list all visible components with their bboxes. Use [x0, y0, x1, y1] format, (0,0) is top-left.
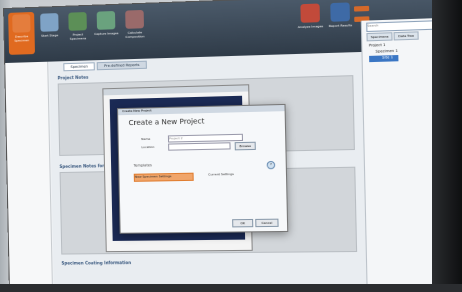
- tree-tabs: Specimens Data Tree: [366, 31, 418, 41]
- browse-button[interactable]: Browse: [235, 142, 256, 151]
- stage-icon: [40, 13, 58, 32]
- tab-specimens[interactable]: Specimens: [366, 32, 393, 41]
- ribbon-button-calculate-composition[interactable]: Calculate Composition: [121, 8, 149, 52]
- viewer-titlebar: [103, 85, 248, 95]
- specimen-icon: [68, 12, 87, 31]
- monitor-bezel-right: [432, 0, 462, 292]
- templates-label: Templates: [134, 163, 152, 167]
- tab-data-tree[interactable]: Data Tree: [394, 31, 419, 40]
- name-label: Name: [141, 137, 150, 141]
- composition-icon: [125, 10, 144, 29]
- report-icon: [330, 2, 350, 21]
- tree-item-site[interactable]: Site 1: [369, 55, 398, 62]
- info-icon: [12, 14, 30, 33]
- ribbon-button-capture-images[interactable]: Capture Images: [93, 9, 120, 52]
- location-input[interactable]: [168, 142, 231, 150]
- ribbon-accent-button[interactable]: [354, 6, 369, 12]
- current-settings-label: Current Settings: [208, 172, 234, 177]
- ribbon-button-start-stage[interactable]: Start Stage: [36, 11, 63, 54]
- monitor-bezel-bottom: [0, 284, 462, 292]
- analyze-icon: [300, 3, 320, 22]
- tab-predefined-reports[interactable]: Pre-defined Reports: [97, 61, 147, 71]
- ribbon-button-describe-specimen[interactable]: Describe Specimen: [8, 12, 35, 55]
- camera-icon: [97, 11, 116, 30]
- tab-specimen[interactable]: Specimen: [63, 62, 95, 71]
- location-label: Location: [141, 145, 154, 149]
- dialog-heading: Create a New Project: [128, 117, 204, 127]
- ribbon-button-project-specimens[interactable]: Project Specimens: [64, 10, 91, 53]
- section-project-notes: Project Notes: [58, 75, 89, 81]
- ok-button[interactable]: OK: [232, 219, 253, 227]
- template-item-selected[interactable]: New Specimen Settings: [134, 173, 194, 182]
- ribbon-button-report-results[interactable]: Report Results: [326, 0, 355, 45]
- section-coating-info: Specimen Coating Information: [61, 260, 131, 266]
- app-window: Describe Specimen Start Stage Project Sp…: [3, 0, 462, 288]
- left-navigation-pane: [5, 62, 53, 287]
- project-tree: Project 1 Specimen 1 Site 1: [369, 42, 398, 62]
- ribbon-button-analyze-images[interactable]: Analyze Images: [296, 1, 325, 45]
- content-tabs: Specimen Pre-defined Reports: [63, 61, 146, 72]
- project-name-input[interactable]: Project 2: [168, 134, 243, 143]
- help-icon[interactable]: ?: [267, 161, 276, 169]
- create-project-dialog: Create New Project Create a New Project …: [117, 104, 288, 234]
- cancel-button[interactable]: Cancel: [255, 219, 278, 228]
